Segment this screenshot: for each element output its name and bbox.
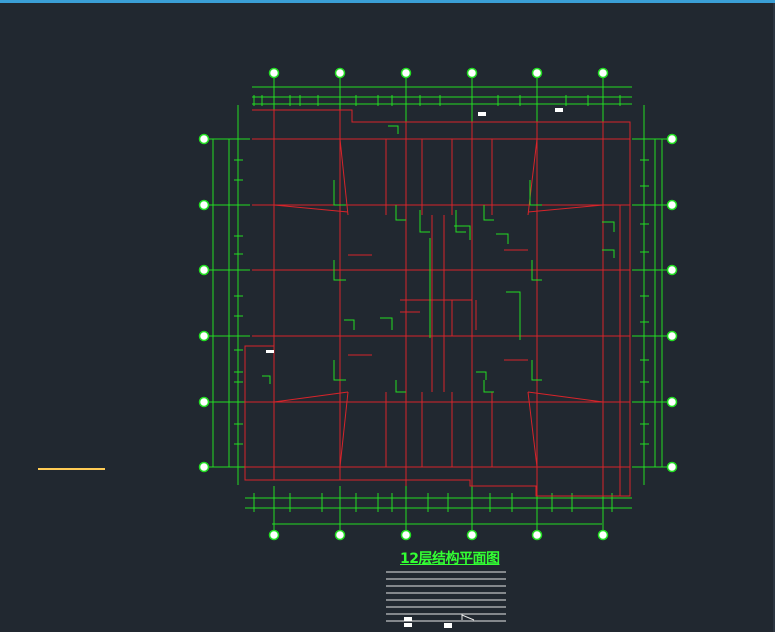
axis-bubble: H	[198, 264, 210, 276]
axis-bubble: H	[334, 67, 346, 79]
axis-bubble: H	[400, 529, 412, 541]
axis-bubble: H	[597, 529, 609, 541]
label-tags	[266, 108, 563, 353]
svg-text:H: H	[202, 202, 206, 210]
axis-bubble: H	[198, 199, 210, 211]
svg-text:H: H	[404, 532, 408, 540]
axis-bubble: H	[198, 396, 210, 408]
svg-text:H: H	[272, 70, 276, 78]
axis-bubble: H	[334, 529, 346, 541]
svg-text:H: H	[601, 532, 605, 540]
axis-bubble: H	[531, 67, 543, 79]
axis-bubble: H	[666, 264, 678, 276]
svg-text:H: H	[202, 333, 206, 341]
axis-bubbles-right[interactable]: H H H H H H	[666, 133, 678, 473]
axis-bubble: H	[268, 67, 280, 79]
notes-table-tags	[404, 617, 452, 628]
svg-text:H: H	[404, 70, 408, 78]
axis-bubbles-left[interactable]: H H H H H H	[198, 133, 210, 473]
axis-bubble: H	[198, 133, 210, 145]
axis-bubble: H	[198, 330, 210, 342]
axis-bubble: H	[597, 67, 609, 79]
axis-bubble: H	[466, 529, 478, 541]
axis-bubble: H	[666, 330, 678, 342]
axis-bubble: H	[400, 67, 412, 79]
cad-drawing-canvas[interactable]: H H H H H H H H H H H H H H H H H H H H …	[0, 0, 775, 632]
svg-text:H: H	[338, 70, 342, 78]
drawing-title: 12层结构平面图	[400, 551, 500, 567]
svg-text:H: H	[202, 136, 206, 144]
svg-text:H: H	[202, 399, 206, 407]
svg-text:H: H	[202, 464, 206, 472]
axis-bubble: H	[666, 396, 678, 408]
axis-bubble: H	[268, 529, 280, 541]
svg-text:H: H	[202, 267, 206, 275]
axis-bubble: H	[531, 529, 543, 541]
svg-text:H: H	[535, 532, 539, 540]
svg-text:H: H	[601, 70, 605, 78]
svg-text:H: H	[670, 136, 674, 144]
svg-text:H: H	[670, 333, 674, 341]
axis-bubble: H	[198, 461, 210, 473]
structural-beams	[244, 109, 631, 497]
dimension-lines	[208, 78, 668, 530]
svg-text:H: H	[670, 399, 674, 407]
axis-bubbles-top[interactable]: H H H H H H	[268, 67, 609, 79]
dimension-ticks	[234, 95, 649, 512]
svg-text:H: H	[670, 202, 674, 210]
notes-table	[386, 571, 506, 622]
svg-text:H: H	[670, 464, 674, 472]
svg-text:H: H	[470, 532, 474, 540]
axis-bubble: H	[466, 67, 478, 79]
axis-bubbles-bottom[interactable]: H H H H H H	[268, 529, 609, 541]
svg-text:H: H	[338, 532, 342, 540]
axis-bubble: H	[666, 461, 678, 473]
axis-bubble: H	[666, 199, 678, 211]
svg-text:H: H	[535, 70, 539, 78]
svg-text:H: H	[470, 70, 474, 78]
svg-text:H: H	[670, 267, 674, 275]
axis-bubble: H	[666, 133, 678, 145]
column-markers	[262, 125, 615, 393]
svg-text:H: H	[272, 532, 276, 540]
